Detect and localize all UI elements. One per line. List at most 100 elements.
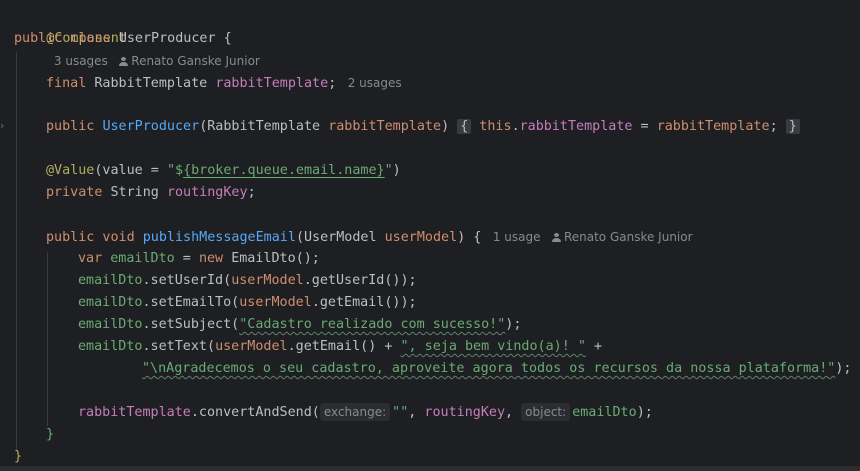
code-line-13: emailDto.setUserId(userModel.getUserId()… (78, 270, 417, 292)
semicolon: ; (247, 185, 256, 200)
code-line-6: public UserProducer(RabbitTemplate rabbi… (46, 116, 800, 138)
punctuation: , (408, 405, 425, 420)
class-name: UserProducer (118, 31, 216, 46)
local-variable: emailDto (78, 273, 143, 288)
field-name: routingKey (166, 185, 248, 200)
author-hint[interactable]: Renato Ganske Junior (551, 230, 693, 244)
method-call: .setEmailTo( (142, 295, 240, 310)
author-hint[interactable]: Renato Ganske Junior (119, 54, 260, 68)
keyword: new (198, 251, 232, 266)
brace: } (46, 427, 55, 442)
field-name: rabbitTemplate (78, 405, 191, 420)
param-name: userModel (384, 230, 458, 245)
local-variable: emailDto (78, 295, 143, 310)
type: String (110, 185, 167, 200)
local-variable: emailDto (78, 339, 143, 354)
method-call: .setUserId( (142, 273, 232, 288)
keyword: public class (14, 31, 119, 46)
code-line-8: @Value(value = "${broker.queue.email.nam… (46, 160, 401, 182)
type: RabbitTemplate (94, 76, 216, 91)
code-line-11: public void publishMessageEmail(UserMode… (46, 226, 693, 248)
punctuation: ); (505, 317, 522, 332)
method-call: .setText( (142, 339, 216, 354)
string: "Cadastro realizado com sucesso!" (239, 317, 506, 332)
parameter-hint: object: (521, 403, 571, 421)
string: " (384, 163, 393, 178)
usages-hint[interactable]: 2 usages (336, 76, 402, 90)
fold-chevron-icon[interactable]: › (0, 119, 4, 132)
parameter-hint: exchange: (319, 403, 391, 421)
horizontal-scrollbar[interactable] (0, 466, 860, 471)
code-line-20: } (46, 424, 54, 446)
method-call: .getUserId()); (303, 273, 417, 288)
code-line-16: emailDto.setText(userModel.getEmail() + … (78, 336, 602, 358)
indent-guide (47, 252, 48, 426)
type: EmailDto (231, 251, 296, 266)
paren: ) { (457, 230, 482, 245)
user-icon (551, 233, 561, 242)
field-name: rabbitTemplate (215, 76, 329, 91)
operator: = (174, 251, 199, 266)
punctuation: , (505, 405, 522, 420)
annotation: @Value (46, 163, 95, 178)
keyword: this (471, 119, 512, 134)
field-name: routingKey (424, 405, 506, 420)
operator: + (585, 339, 603, 354)
constructor-name: UserProducer (102, 119, 200, 134)
folded-brace[interactable]: } (785, 119, 800, 134)
usages-hint[interactable]: 3 usages (46, 54, 119, 68)
brace: { (215, 31, 232, 46)
code-line-15: emailDto.setSubject("Cadastro realizado … (78, 314, 521, 336)
string: "$ (166, 163, 184, 178)
semicolon: ; (769, 119, 778, 134)
field-name: rabbitTemplate (519, 119, 633, 134)
keyword: final (46, 76, 95, 91)
param-name: rabbitTemplate (328, 119, 442, 134)
type: UserModel (304, 230, 385, 245)
param-name: userModel (231, 273, 304, 288)
code-line-17: "\nAgradecemos o seu cadastro, aproveite… (142, 358, 851, 380)
method-call: .setSubject( (142, 317, 240, 332)
folded-brace[interactable]: { (457, 119, 472, 134)
indent-guide (16, 52, 17, 450)
keyword: public (46, 119, 103, 134)
string: "" (392, 405, 409, 420)
method-call: .getEmail()); (311, 295, 417, 310)
local-variable: emailDto (78, 317, 143, 332)
code-editor[interactable]: › @Component 3 usages Renato Ganske Juni… (0, 0, 860, 471)
keyword: private (46, 185, 111, 200)
property-reference[interactable]: {broker.queue.email.name} (183, 163, 385, 178)
code-line-2: public class UserProducer { (14, 28, 232, 50)
local-variable: emailDto (110, 251, 175, 266)
user-icon (119, 57, 129, 66)
param-name: userModel (215, 339, 288, 354)
keyword: public void (46, 230, 143, 245)
punctuation: (); (295, 251, 320, 266)
operator: = (632, 119, 657, 134)
punctuation: ); (835, 361, 852, 376)
string: "\nAgradecemos o seu cadastro, aproveite… (142, 361, 836, 376)
code-line-1: @Component 3 usages Renato Ganske Junior (14, 6, 260, 68)
method-call: .getEmail() + (287, 339, 401, 354)
string: ", seja bem vindo(a)! " (400, 339, 586, 354)
paren: ) (392, 163, 401, 178)
code-line-21: } (14, 446, 22, 468)
code-line-14: emailDto.setEmailTo(userModel.getEmail()… (78, 292, 417, 314)
keyword: var (78, 251, 111, 266)
method-call: .convertAndSend( (190, 405, 320, 420)
type: RabbitTemplate (207, 119, 329, 134)
code-line-19: rabbitTemplate.convertAndSend(exchange: "… (78, 402, 653, 424)
code-line-12: var emailDto = new EmailDto(); (78, 248, 320, 270)
paren: ( (295, 230, 304, 245)
param-name: userModel (239, 295, 312, 310)
local-variable: emailDto (572, 405, 637, 420)
brace: } (14, 449, 23, 464)
usages-hint[interactable]: 1 usage (481, 230, 552, 244)
punctuation: ); (636, 405, 653, 420)
method-name: publishMessageEmail (142, 230, 296, 245)
paren: ) (441, 119, 450, 134)
code-line-9: private String routingKey; (46, 182, 256, 204)
dot: . (511, 119, 520, 134)
param-name: rabbitTemplate (656, 119, 770, 134)
code-line-4: final RabbitTemplate rabbitTemplate; 2 u… (46, 72, 402, 94)
